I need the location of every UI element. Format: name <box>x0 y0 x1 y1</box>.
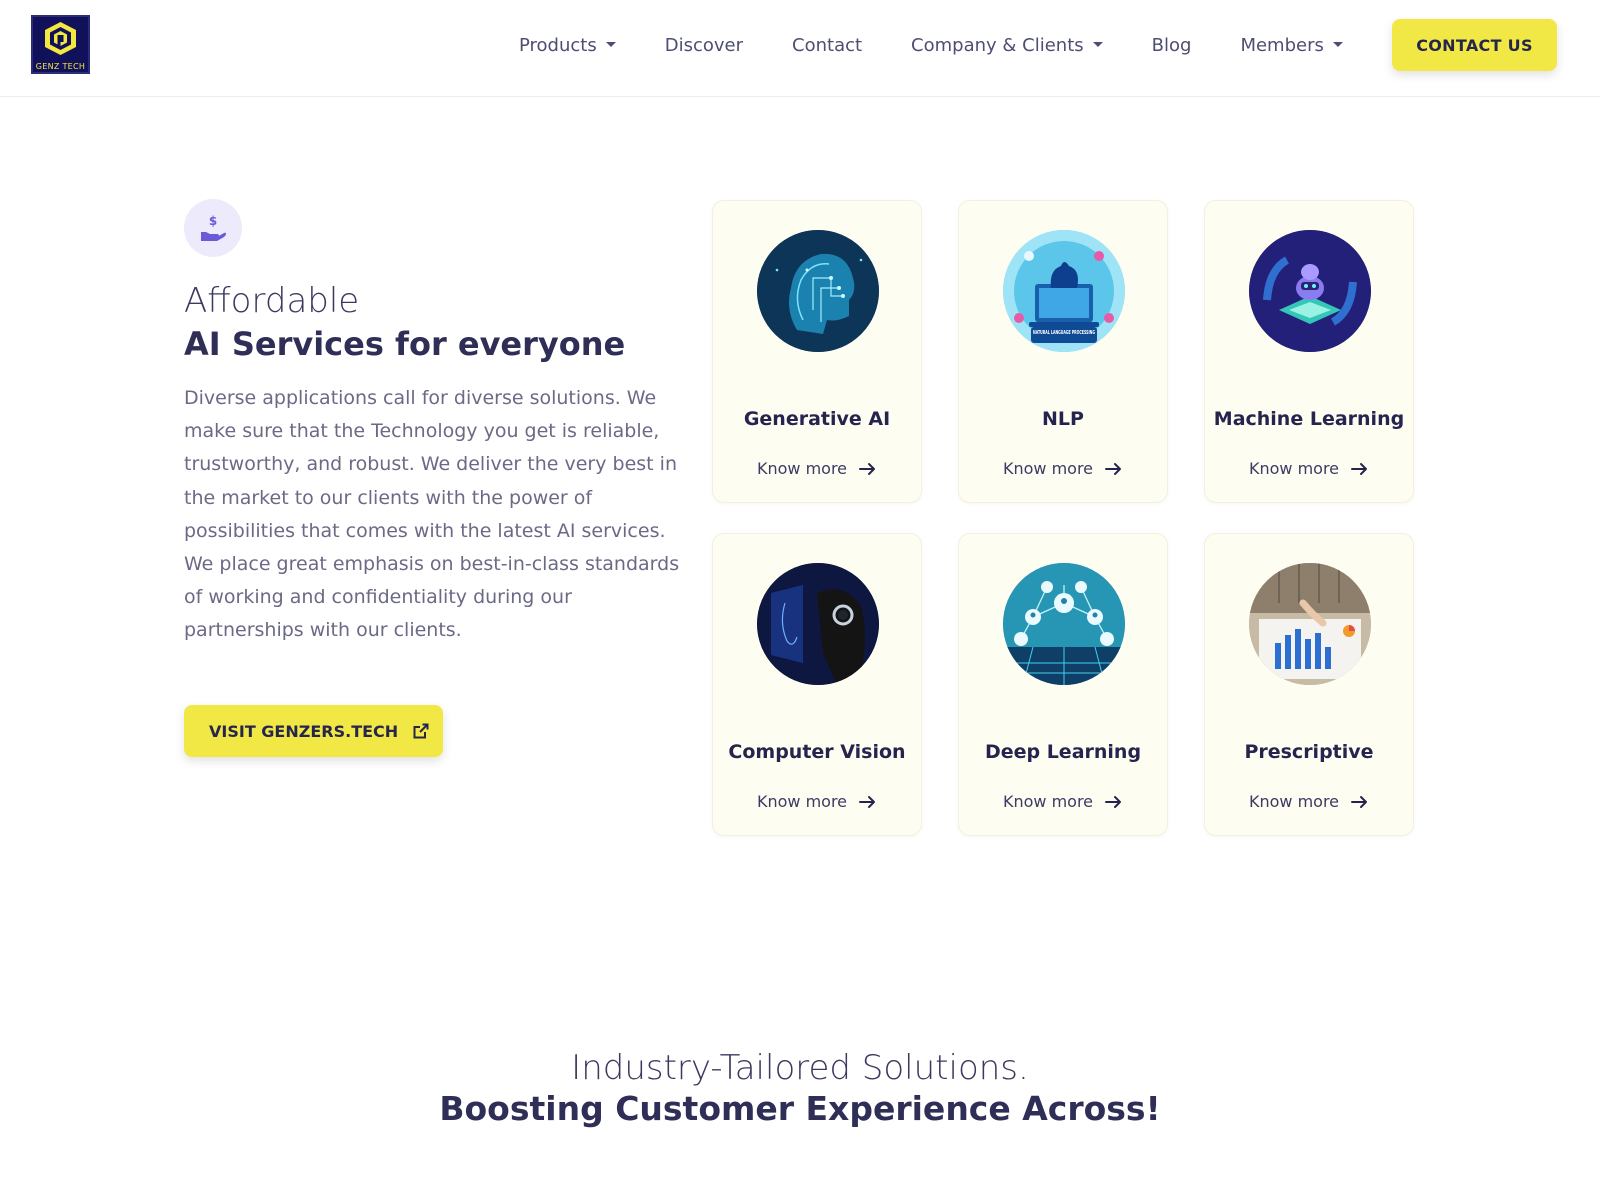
nav-item-label: Company & Clients <box>911 34 1084 56</box>
arrow-right-icon <box>1351 462 1368 475</box>
caret-down-icon <box>605 41 616 47</box>
know-more-label: Know more <box>1248 459 1340 478</box>
nav-item-label: Discover <box>664 34 744 56</box>
hero-description: Diverse applications call for diverse so… <box>184 387 680 642</box>
face-scan-image <box>757 563 879 685</box>
ai-head-image <box>757 230 879 352</box>
caret-down-icon <box>1332 41 1343 47</box>
know-more-label: Know more <box>756 459 848 478</box>
service-card-deep-learning[interactable]: Deep Learning Know more <box>958 533 1168 836</box>
visit-genzers-button[interactable]: VISIT GENZERS.TECH <box>184 705 443 757</box>
nav-item-contact[interactable]: Contact <box>792 35 862 56</box>
service-card-nlp[interactable]: NATURAL LANGUAGE PROCESSING NLP Know mor… <box>958 200 1168 503</box>
affordable-badge: $ <box>184 199 242 257</box>
know-more-link[interactable]: Know more <box>1205 459 1413 478</box>
genz-tech-logo[interactable]: GENZ TECH <box>31 15 90 74</box>
nav-item-products[interactable]: Products <box>519 35 616 56</box>
visit-button-label: VISIT GENZERS.TECH <box>209 721 399 741</box>
service-title: Computer Vision <box>728 741 906 763</box>
nav-item-label: Contact <box>792 34 863 56</box>
hero-title-bold: AI Services for everyone <box>184 325 626 363</box>
know-more-label: Know more <box>1248 792 1340 811</box>
know-more-label: Know more <box>1002 792 1094 811</box>
hero-title-light: Affordable <box>184 281 360 321</box>
nav-item-label: Products <box>519 34 597 56</box>
logo-text: GENZ TECH <box>35 62 86 71</box>
arrow-right-icon <box>1351 795 1368 808</box>
contact-us-button[interactable]: CONTACT US <box>1392 19 1557 71</box>
service-card-generative-ai[interactable]: Generative AI Know more <box>712 200 922 503</box>
site-header: GENZ TECH Products Discover Contact Comp… <box>0 0 1600 97</box>
industry-title-light: Industry-Tailored Solutions. <box>571 1048 1029 1088</box>
external-link-icon <box>413 723 429 739</box>
service-title: Generative AI <box>743 408 891 430</box>
know-more-link[interactable]: Know more <box>959 792 1167 811</box>
arrow-right-icon <box>859 462 876 475</box>
nlp-image-caption: NATURAL LANGUAGE PROCESSING <box>1033 330 1095 336</box>
service-title: Deep Learning <box>984 741 1142 763</box>
arrow-right-icon <box>1105 462 1122 475</box>
service-card-computer-vision[interactable]: Computer Vision Know more <box>712 533 922 836</box>
know-more-label: Know more <box>1002 459 1094 478</box>
nav-item-label: Blog <box>1151 34 1192 56</box>
industry-title-bold: Boosting Customer Experience Across! <box>439 1089 1161 1128</box>
know-more-link[interactable]: Know more <box>713 792 921 811</box>
robot-chip-image <box>1249 230 1371 352</box>
nav-item-company-clients[interactable]: Company & Clients <box>911 35 1103 56</box>
service-card-prescriptive[interactable]: Prescriptive Know more <box>1204 533 1414 836</box>
main-nav: Products Discover Contact Company & Clie… <box>519 0 1392 90</box>
nav-item-label: Members <box>1240 34 1324 56</box>
analytics-charts-image <box>1249 563 1371 685</box>
hand-dollar-icon: $ <box>201 214 226 241</box>
nlp-laptop-image: NATURAL LANGUAGE PROCESSING <box>1003 230 1125 352</box>
nav-item-members[interactable]: Members <box>1240 34 1343 56</box>
know-more-link[interactable]: Know more <box>1205 792 1413 811</box>
arrow-right-icon <box>859 795 876 808</box>
arrow-right-icon <box>1105 795 1122 808</box>
page: GENZ TECH Products Discover Contact Comp… <box>0 0 1600 1200</box>
nav-item-discover[interactable]: Discover <box>665 35 743 56</box>
service-title: NLP <box>1042 408 1084 430</box>
caret-down-icon <box>1092 41 1103 47</box>
network-people-image <box>1003 563 1125 685</box>
nav-item-blog[interactable]: Blog <box>1152 35 1192 56</box>
svg-text:$: $ <box>209 214 217 228</box>
know-more-link[interactable]: Know more <box>959 459 1167 478</box>
logo-mark-icon <box>45 22 76 55</box>
know-more-link[interactable]: Know more <box>713 459 921 478</box>
service-card-machine-learning[interactable]: Machine Learning Know more <box>1204 200 1414 503</box>
service-title: Machine Learning <box>1213 408 1405 430</box>
service-title: Prescriptive <box>1244 741 1374 763</box>
know-more-label: Know more <box>756 792 848 811</box>
